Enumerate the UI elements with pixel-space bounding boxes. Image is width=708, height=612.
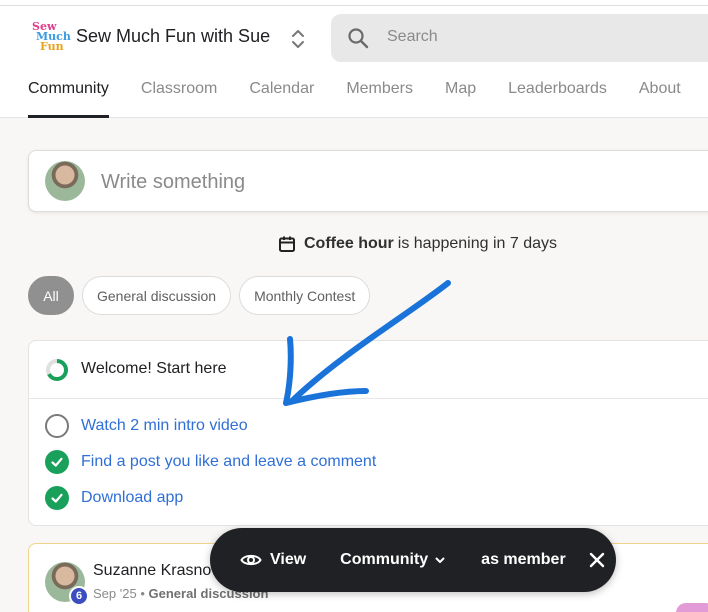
task-item[interactable]: Download app [45,485,183,511]
task-item[interactable]: Find a post you like and leave a comment [45,449,376,475]
task-link[interactable]: Find a post you like and leave a comment [81,453,376,471]
avatar [45,161,85,201]
view-as-bar: View Community as member [210,528,616,592]
tab-map[interactable]: Map [445,78,476,118]
task-item[interactable]: Watch 2 min intro video [45,413,248,439]
task-link[interactable]: Download app [81,489,183,507]
task-link[interactable]: Watch 2 min intro video [81,417,248,435]
post-date: Sep '25 [93,586,137,601]
unchecked-circle-icon[interactable] [45,414,69,438]
decorative-blob [676,603,708,612]
welcome-header[interactable]: Welcome! Start here [29,341,708,399]
search-input[interactable]: Search [387,28,438,46]
filter-general-discussion[interactable]: General discussion [82,276,232,315]
level-badge: 6 [69,586,89,606]
nav-tabs: Community Classroom Calendar Members Map… [28,78,708,118]
event-notice[interactable]: Coffee hour is happening in 7 days [278,234,557,254]
progress-ring-icon [46,359,68,381]
filter-monthly-contest[interactable]: Monthly Contest [239,276,371,315]
group-logo[interactable]: Sew Much Fun [28,20,71,54]
tab-classroom[interactable]: Classroom [141,78,217,118]
event-name[interactable]: Coffee hour [304,235,394,253]
search-bar[interactable]: Search [331,14,708,62]
write-something-input[interactable]: Write something [101,171,245,194]
view-label: View [270,551,307,568]
group-switcher-icon[interactable] [288,26,308,52]
close-icon[interactable] [588,551,606,569]
event-text: is happening in 7 days [397,235,558,252]
checkmark-icon[interactable] [45,450,69,474]
tab-calendar[interactable]: Calendar [249,78,314,118]
tab-about[interactable]: About [639,78,681,118]
calendar-icon [279,236,295,252]
role-select-value[interactable]: Community [340,551,428,569]
post-author[interactable]: Suzanne Krasnow [93,562,223,580]
checkmark-icon[interactable] [45,486,69,510]
meta-separator: • [140,586,145,601]
top-divider [0,5,708,6]
header: Sew Much Fun Sew Much Fun with Sue Searc… [0,0,708,118]
search-icon [348,28,369,49]
welcome-title: Welcome! Start here [81,360,227,377]
as-member-label: as member [481,551,566,568]
chevron-down-icon[interactable] [434,554,446,566]
tab-leaderboards[interactable]: Leaderboards [508,78,607,118]
group-name[interactable]: Sew Much Fun with Sue [76,26,270,47]
role-select[interactable]: Community [340,551,446,569]
tab-members[interactable]: Members [346,78,413,118]
post-composer[interactable]: Write something [28,150,708,212]
eye-icon [240,554,262,566]
welcome-checklist-card: Welcome! Start here Watch 2 min intro vi… [28,340,708,526]
filter-all[interactable]: All [28,276,74,315]
category-filters: All General discussion Monthly Contest [28,276,378,315]
tab-community[interactable]: Community [28,78,109,118]
